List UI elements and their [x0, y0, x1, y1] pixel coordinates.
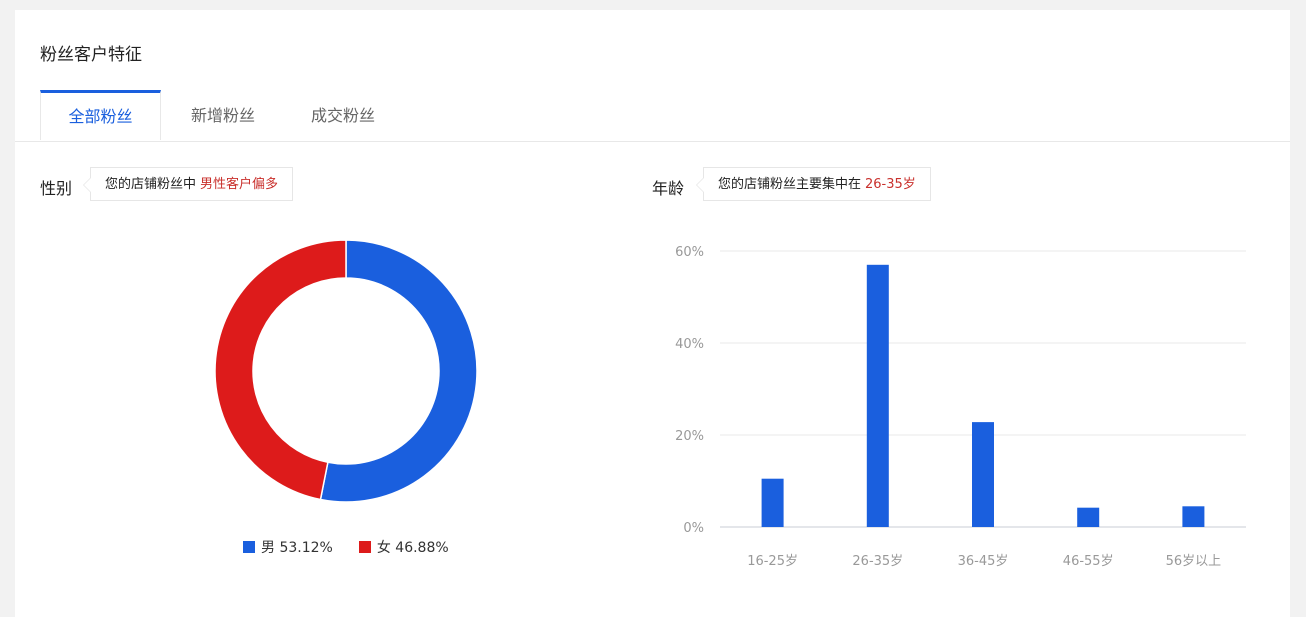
x-tick-label-0: 16-25岁: [747, 554, 798, 569]
gender-legend: 男 53.12% 女 46.88%: [243, 537, 449, 557]
legend-item-male[interactable]: 男 53.12%: [243, 537, 333, 557]
bar-2: [972, 422, 994, 527]
x-tick-label-3: 46-55岁: [1063, 554, 1114, 569]
x-tick-label-2: 36-45岁: [958, 554, 1009, 569]
y-tick-label-60: 60%: [675, 245, 704, 260]
legend-swatch-male: [243, 541, 255, 553]
legend-item-female[interactable]: 女 46.88%: [358, 537, 449, 557]
legend-label-male: 男 53.12%: [261, 540, 333, 556]
y-tick-label-20: 20%: [675, 429, 704, 444]
donut-slice-male: [319, 239, 478, 503]
y-tick-label-0: 0%: [683, 521, 704, 536]
bar-0: [761, 478, 784, 527]
x-tick-label-1: 26-35岁: [852, 554, 903, 569]
charts-canvas: 0% 20% 40% 60% 16-25岁 26-35岁 36-45岁 46-55岁 56岁以上: [214, 239, 1246, 569]
legend-label-female: 女 46.88%: [376, 540, 449, 556]
bar-3: [1077, 507, 1100, 527]
bar-1: [866, 264, 889, 527]
bar-4: [1182, 506, 1205, 527]
x-tick-label-4: 56岁以上: [1166, 554, 1222, 569]
donut-slice-female: [214, 239, 347, 501]
y-tick-label-40: 40%: [675, 337, 704, 352]
fan-characteristics-card: 粉丝客户特征 全部粉丝 新增粉丝 成交粉丝 性别 您的店铺粉丝中 男性客户偏多 年…: [15, 10, 1290, 617]
legend-swatch-female: [358, 541, 371, 553]
